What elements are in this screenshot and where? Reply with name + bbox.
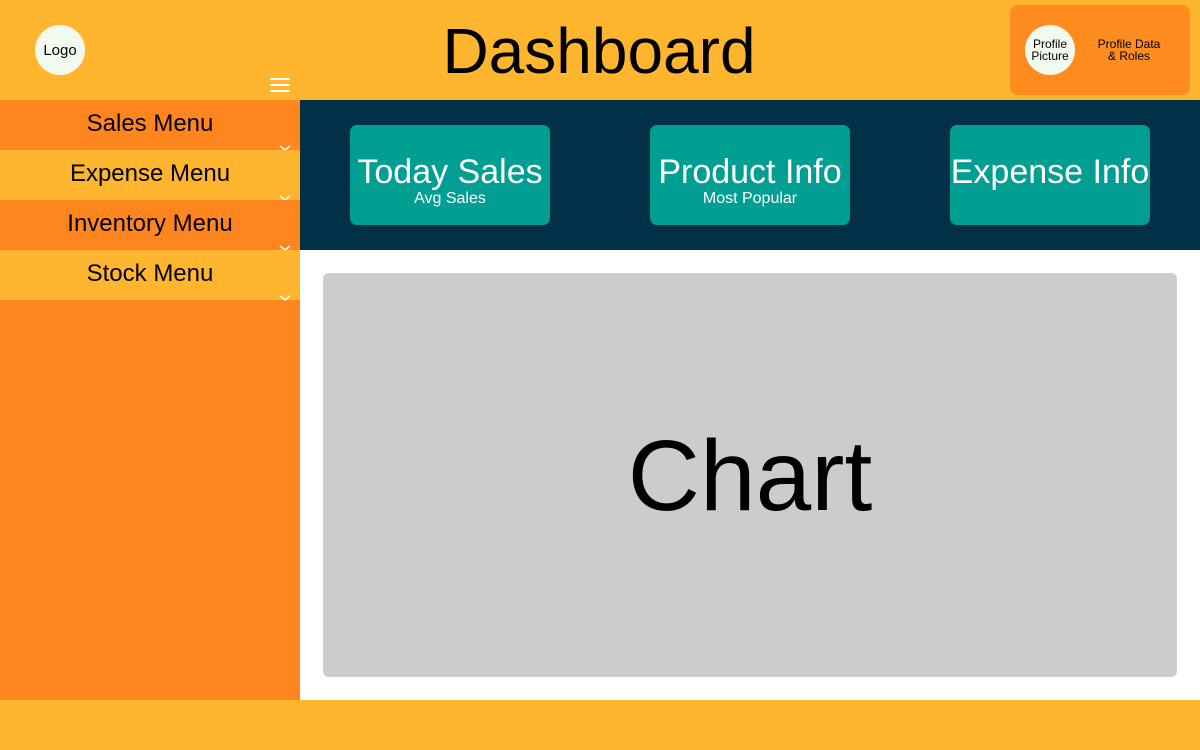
page-title: Dashboard: [442, 15, 756, 87]
today-sales-card[interactable]: Today Sales Avg Sales: [350, 125, 550, 225]
card-subtitle: Avg Sales: [414, 190, 486, 207]
dashboard-page: Logo Dashboard Profile Picture Profile D…: [0, 0, 1200, 750]
sidebar-item-inventory[interactable]: Inventory Menu: [0, 200, 300, 252]
sidebar-item-expense[interactable]: Expense Menu: [0, 150, 300, 202]
product-info-card[interactable]: Product Info Most Popular: [650, 125, 850, 225]
card-subtitle: Most Popular: [702, 190, 798, 207]
profile-data-roles: Profile Data & Roles: [1097, 37, 1161, 63]
footer-bar: [0, 700, 1200, 750]
chart-label: Chart: [627, 419, 873, 532]
stats-band: Today Sales Avg Sales Product Info Most …: [300, 100, 1200, 250]
profile-picture[interactable]: Profile Picture: [1025, 25, 1075, 75]
sidebar-item-label: Expense Menu: [69, 160, 231, 187]
sidebar-item-sales[interactable]: Sales Menu: [0, 100, 300, 152]
sidebar-item-label: Sales Menu: [86, 110, 214, 137]
profile-panel[interactable]: Profile Picture Profile Data & Roles: [1010, 5, 1190, 95]
expense-info-card[interactable]: Expense Info: [950, 125, 1150, 225]
card-title: Product Info: [658, 153, 842, 191]
card-title: Today Sales: [357, 153, 543, 191]
card-title: Expense Info: [950, 153, 1150, 191]
chart-placeholder: Chart: [323, 273, 1177, 677]
header-bar: Logo Dashboard Profile Picture Profile D…: [0, 0, 1200, 100]
sidebar-item-stock[interactable]: Stock Menu: [0, 250, 300, 303]
hamburger-icon[interactable]: [270, 78, 290, 92]
sidebar-item-label: Inventory Menu: [67, 210, 233, 237]
logo[interactable]: Logo: [35, 25, 85, 75]
chevron-down-icon[interactable]: [279, 293, 291, 303]
sidebar: Sales Menu Expense Menu Inventory Menu S…: [0, 100, 300, 700]
sidebar-item-label: Stock Menu: [86, 260, 214, 287]
